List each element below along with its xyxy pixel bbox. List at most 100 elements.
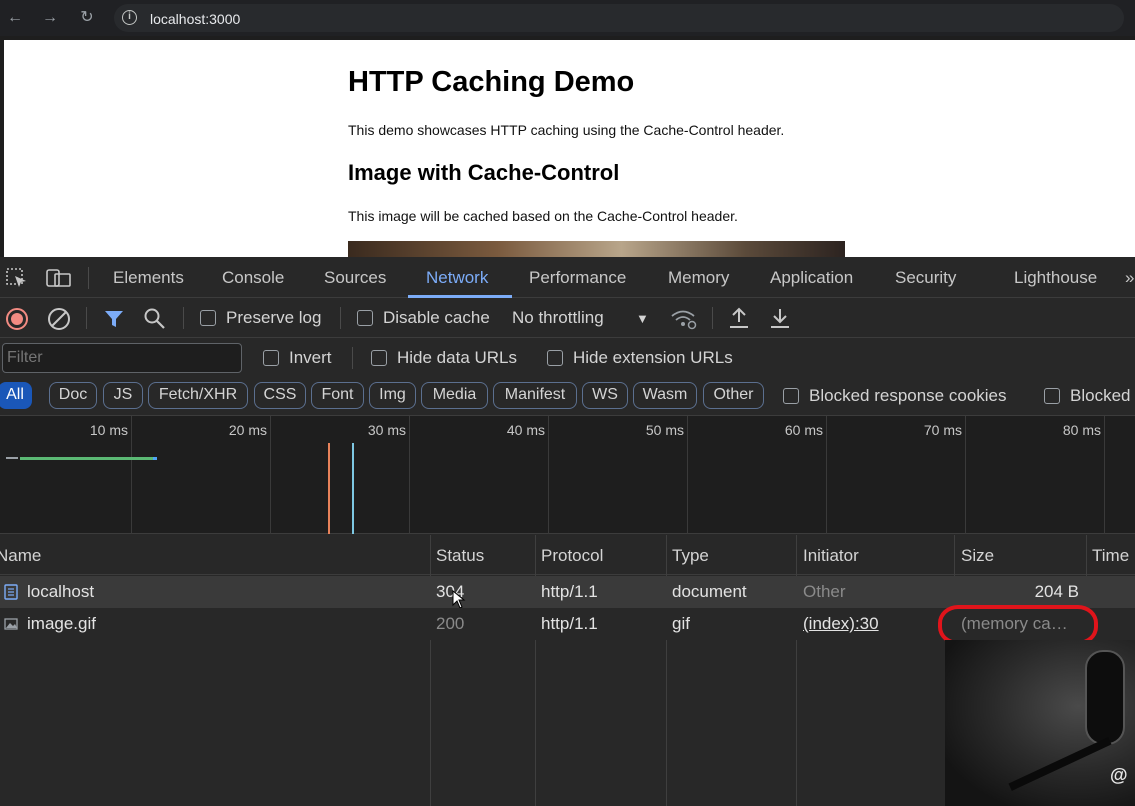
network-conditions-icon[interactable] xyxy=(670,308,698,330)
document-file-icon xyxy=(4,584,18,600)
more-tabs-icon[interactable]: » xyxy=(1125,268,1134,288)
tab-sources[interactable]: Sources xyxy=(324,268,386,288)
browser-toolbar: ← → ↻ i localhost:3000 xyxy=(0,0,1135,36)
section-text: This image will be cached based on the C… xyxy=(348,208,738,224)
invert-label[interactable]: Invert xyxy=(289,348,332,368)
filter-bar: Invert Hide data URLs Hide extension URL… xyxy=(0,338,1135,376)
tab-performance[interactable]: Performance xyxy=(529,268,626,288)
device-toolbar-icon[interactable] xyxy=(46,268,72,288)
timeline-tick-label: 80 ms xyxy=(1062,422,1101,438)
page-viewport: HTTP Caching Demo This demo showcases HT… xyxy=(4,40,1135,257)
section-heading: Image with Cache-Control xyxy=(348,160,620,185)
toolbar-divider xyxy=(183,307,184,329)
hide-extension-urls-label[interactable]: Hide extension URLs xyxy=(573,348,733,368)
timeline-gridline xyxy=(965,416,966,534)
reload-icon[interactable]: ↻ xyxy=(77,8,97,28)
invert-checkbox[interactable] xyxy=(263,350,279,366)
toolbar-divider xyxy=(340,307,341,329)
record-stop-icon[interactable] xyxy=(5,307,29,331)
tab-network[interactable]: Network xyxy=(426,268,488,288)
tab-elements[interactable]: Elements xyxy=(113,268,184,288)
type-filter-font[interactable]: Font xyxy=(311,382,364,409)
timeline-tick-label: 50 ms xyxy=(645,422,684,438)
tab-memory[interactable]: Memory xyxy=(668,268,729,288)
filter-icon[interactable] xyxy=(103,308,125,330)
import-har-icon[interactable] xyxy=(727,306,751,330)
resource-type-filters: All Doc JS Fetch/XHR CSS Font Img Media … xyxy=(0,376,1135,416)
request-initiator: Other xyxy=(803,582,846,601)
type-filter-other[interactable]: Other xyxy=(703,382,764,409)
column-header-protocol[interactable]: Protocol xyxy=(541,546,603,566)
column-header-initiator[interactable]: Initiator xyxy=(803,546,859,566)
request-name[interactable]: image.gif xyxy=(27,614,96,634)
timeline-tick-label: 20 ms xyxy=(228,422,267,438)
filterbar-divider xyxy=(352,347,353,369)
back-arrow-icon[interactable]: ← xyxy=(5,8,25,28)
type-filter-doc[interactable]: Doc xyxy=(49,382,97,409)
type-filter-fetch-xhr[interactable]: Fetch/XHR xyxy=(148,382,248,409)
hide-extension-urls-checkbox[interactable] xyxy=(547,350,563,366)
timeline-gridline xyxy=(270,416,271,534)
type-filter-js[interactable]: JS xyxy=(103,382,143,409)
preserve-log-checkbox[interactable] xyxy=(200,310,216,326)
blocked-response-cookies-checkbox[interactable] xyxy=(783,388,799,404)
address-bar[interactable]: i localhost:3000 xyxy=(114,4,1124,32)
type-filter-css[interactable]: CSS xyxy=(254,382,306,409)
clear-log-icon[interactable] xyxy=(47,307,71,331)
inspect-element-icon[interactable] xyxy=(6,268,28,288)
blocked-requests-label[interactable]: Blocked xyxy=(1070,386,1130,406)
type-filter-img[interactable]: Img xyxy=(369,382,416,409)
blocked-response-cookies-label[interactable]: Blocked response cookies xyxy=(809,386,1007,406)
tab-console[interactable]: Console xyxy=(222,268,284,288)
timeline-gridline xyxy=(687,416,688,534)
type-filter-manifest[interactable]: Manifest xyxy=(493,382,577,409)
tab-application[interactable]: Application xyxy=(770,268,853,288)
devtools-tabbar: Elements Console Sources Network Perform… xyxy=(0,257,1135,298)
column-header-time[interactable]: Time xyxy=(1092,546,1129,566)
type-filter-wasm[interactable]: Wasm xyxy=(633,382,697,409)
tab-lighthouse[interactable]: Lighthouse xyxy=(1014,268,1097,288)
cached-image xyxy=(348,241,845,257)
timeline-tick-label: 60 ms xyxy=(784,422,823,438)
preserve-log-label[interactable]: Preserve log xyxy=(226,308,321,328)
request-waterfall-bar xyxy=(153,457,157,460)
column-header-status[interactable]: Status xyxy=(436,546,484,566)
timeline-tick-label: 70 ms xyxy=(923,422,962,438)
network-toolbar: Preserve log Disable cache No throttling… xyxy=(0,298,1135,338)
timeline-tick-label: 10 ms xyxy=(89,422,128,438)
site-info-icon[interactable]: i xyxy=(122,10,137,25)
request-name[interactable]: localhost xyxy=(27,582,94,602)
image-file-icon xyxy=(4,618,18,630)
table-row[interactable]: localhost 304 http/1.1 document Other 20… xyxy=(0,576,1135,609)
timeline-tick-label: 30 ms xyxy=(367,422,406,438)
throttling-dropdown-icon[interactable]: ▼ xyxy=(636,311,649,326)
disable-cache-checkbox[interactable] xyxy=(357,310,373,326)
type-filter-ws[interactable]: WS xyxy=(582,382,628,409)
timeline-overview[interactable]: 10 ms 20 ms 30 ms 40 ms 50 ms 60 ms 70 m… xyxy=(0,416,1135,534)
request-size: 204 B xyxy=(1034,582,1079,601)
hide-data-urls-label[interactable]: Hide data URLs xyxy=(397,348,517,368)
toolbar-divider xyxy=(86,307,87,329)
column-header-size[interactable]: Size xyxy=(961,546,994,566)
request-type: gif xyxy=(672,614,690,633)
blocked-requests-checkbox[interactable] xyxy=(1044,388,1060,404)
column-header-name[interactable]: Name xyxy=(0,546,41,566)
forward-arrow-icon[interactable]: → xyxy=(40,8,60,28)
throttling-select[interactable]: No throttling xyxy=(512,308,604,328)
hide-data-urls-checkbox[interactable] xyxy=(371,350,387,366)
disable-cache-label[interactable]: Disable cache xyxy=(383,308,490,328)
tab-security[interactable]: Security xyxy=(895,268,956,288)
request-status: 200 xyxy=(436,614,465,633)
timeline-gridline xyxy=(826,416,827,534)
column-header-type[interactable]: Type xyxy=(672,546,709,566)
address-url[interactable]: localhost:3000 xyxy=(150,11,240,27)
search-icon[interactable] xyxy=(143,307,167,331)
tabbar-divider xyxy=(88,267,89,289)
export-har-icon[interactable] xyxy=(768,306,792,330)
type-filter-all[interactable]: All xyxy=(0,382,32,409)
request-waterfall-bar xyxy=(6,457,18,459)
filter-input[interactable] xyxy=(2,343,242,373)
channel-handle: @ xyxy=(1110,765,1128,785)
request-initiator-link[interactable]: (index):30 xyxy=(803,614,879,634)
type-filter-media[interactable]: Media xyxy=(421,382,488,409)
